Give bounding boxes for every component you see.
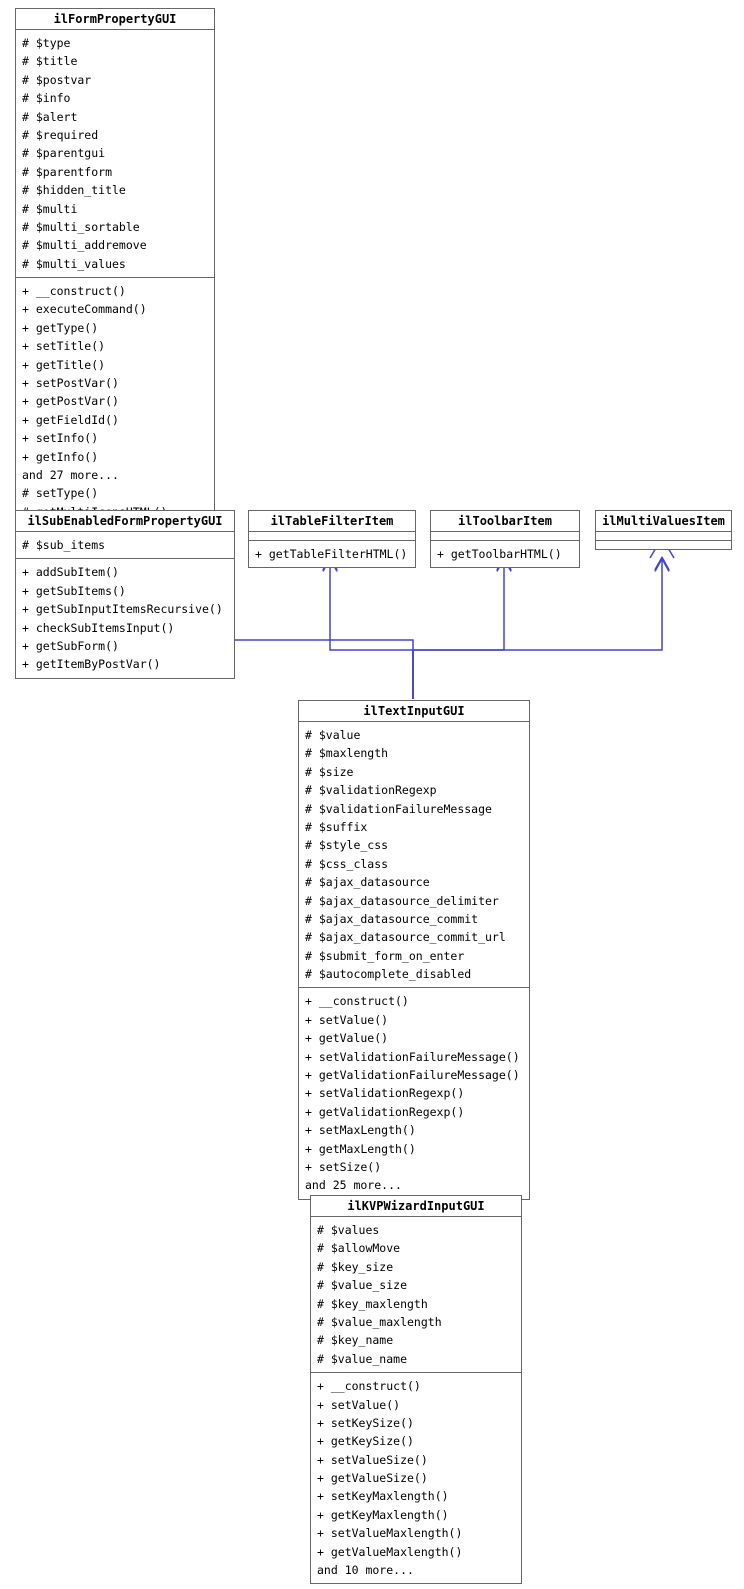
title-ilTableFilterItem: ilTableFilterItem <box>249 511 415 532</box>
title-ilSubEnabledFormPropertyGUI: ilSubEnabledFormPropertyGUI <box>16 511 234 532</box>
box-ilTextInputGUI: ilTextInputGUI # $value # $maxlength # $… <box>298 700 530 1200</box>
title-ilKVPWizardInputGUI: ilKVPWizardInputGUI <box>311 1196 521 1217</box>
methods-ilTableFilterItem: + getTableFilterHTML() <box>249 541 415 567</box>
fields-ilKVPWizardInputGUI: # $values # $allowMove # $key_size # $va… <box>311 1217 521 1373</box>
box-ilSubEnabledFormPropertyGUI: ilSubEnabledFormPropertyGUI # $sub_items… <box>15 510 235 679</box>
box-ilToolbarItem: ilToolbarItem + getToolbarHTML() <box>430 510 580 568</box>
methods-ilFormPropertyGUI: + __construct() + executeCommand() + get… <box>16 278 214 525</box>
methods-ilKVPWizardInputGUI: + __construct() + setValue() + setKeySiz… <box>311 1373 521 1583</box>
title-ilToolbarItem: ilToolbarItem <box>431 511 579 532</box>
methods-ilToolbarItem: + getToolbarHTML() <box>431 541 579 567</box>
title-ilFormPropertyGUI: ilFormPropertyGUI <box>16 9 214 30</box>
fields-ilTextInputGUI: # $value # $maxlength # $size # $validat… <box>299 722 529 988</box>
title-ilMultiValuesItem: ilMultiValuesItem <box>596 511 731 532</box>
diagram-container: ilFormPropertyGUI # $type # $title # $po… <box>0 0 744 1589</box>
box-ilKVPWizardInputGUI: ilKVPWizardInputGUI # $values # $allowMo… <box>310 1195 522 1584</box>
box-ilFormPropertyGUI: ilFormPropertyGUI # $type # $title # $po… <box>15 8 215 526</box>
methods-ilSubEnabledFormPropertyGUI: + addSubItem() + getSubItems() + getSubI… <box>16 559 234 677</box>
fields-ilToolbarItem <box>431 532 579 541</box>
methods-ilMultiValuesItem <box>596 541 731 549</box>
fields-ilFormPropertyGUI: # $type # $title # $postvar # $info # $a… <box>16 30 214 278</box>
fields-ilTableFilterItem <box>249 532 415 541</box>
box-ilMultiValuesItem: ilMultiValuesItem <box>595 510 732 550</box>
fields-ilMultiValuesItem <box>596 532 731 541</box>
fields-ilSubEnabledFormPropertyGUI: # $sub_items <box>16 532 234 559</box>
box-ilTableFilterItem: ilTableFilterItem + getTableFilterHTML() <box>248 510 416 568</box>
methods-ilTextInputGUI: + __construct() + setValue() + getValue(… <box>299 988 529 1198</box>
title-ilTextInputGUI: ilTextInputGUI <box>299 701 529 722</box>
